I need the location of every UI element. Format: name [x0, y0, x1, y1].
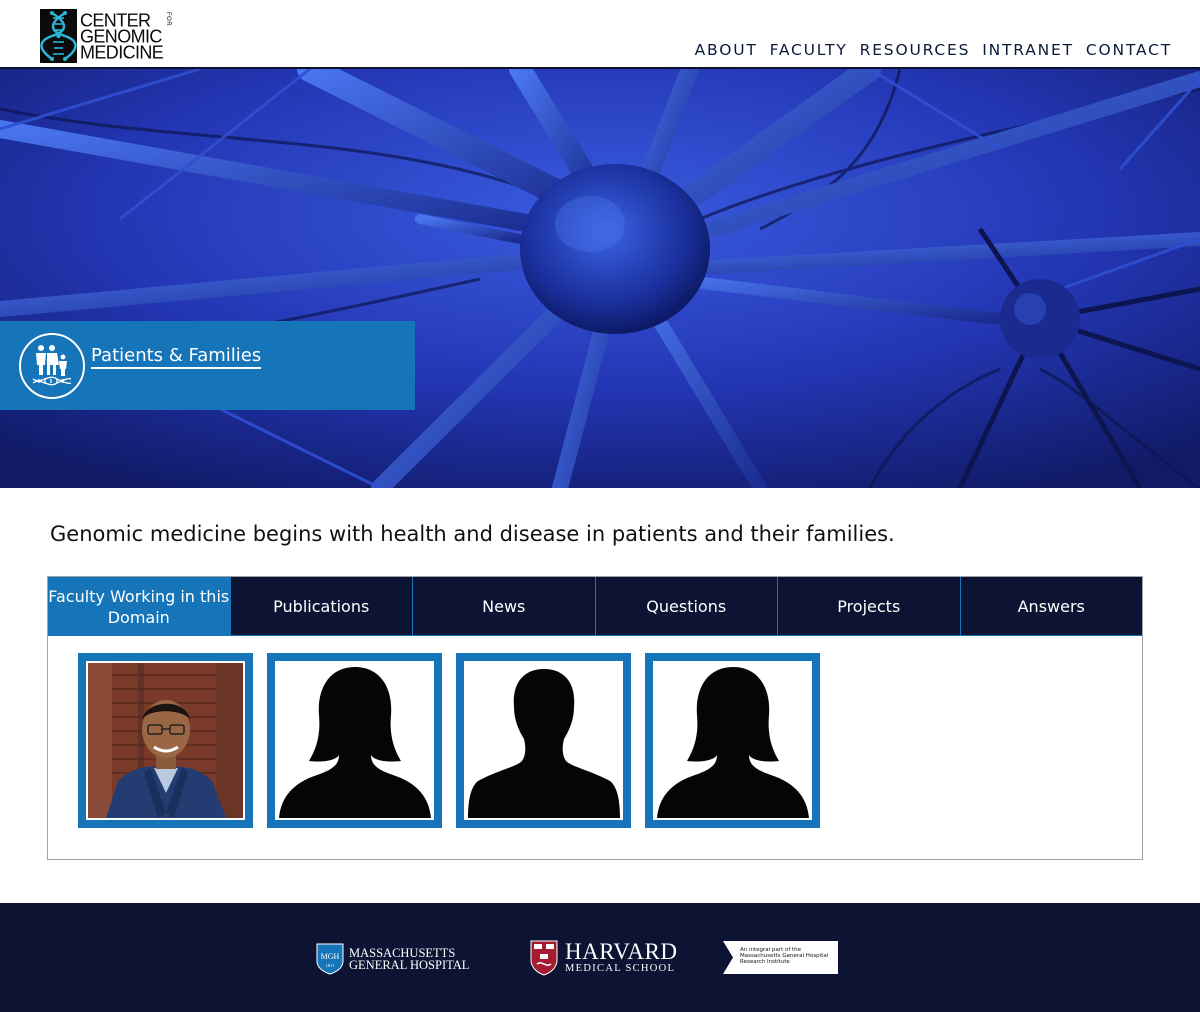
hero-banner: Patients & Families	[0, 69, 1200, 488]
site-logo[interactable]: CENTER GENOMIC MEDICINE	[40, 9, 180, 63]
mgri-badge[interactable]: An integral part of the Massachusetts Ge…	[723, 941, 838, 974]
mgri-chevron-icon	[723, 941, 733, 974]
faculty-card[interactable]	[267, 653, 442, 828]
female-silhouette-icon	[655, 663, 810, 818]
female-silhouette-icon	[277, 663, 432, 818]
dna-logo-icon	[40, 9, 77, 63]
domain-tabs-panel: Faculty Working in this Domain Publicati…	[47, 576, 1143, 860]
tab-answers[interactable]: Answers	[960, 577, 1142, 636]
mgh-logo[interactable]: MGH 1811 MASSACHUSETTS GENERAL HOSPITAL	[316, 943, 469, 975]
mgh-shield-icon: MGH 1811	[316, 943, 344, 975]
tab-projects[interactable]: Projects	[778, 577, 961, 636]
tab-faculty[interactable]: Faculty Working in this Domain	[48, 577, 231, 636]
site-header: CENTER GENOMIC MEDICINE FOR ABOUT FACULT…	[0, 0, 1200, 69]
faculty-card[interactable]	[456, 653, 631, 828]
male-silhouette-icon	[466, 663, 621, 818]
site-footer: MGH 1811 MASSACHUSETTS GENERAL HOSPITAL …	[0, 903, 1200, 1012]
tab-questions[interactable]: Questions	[595, 577, 778, 636]
domain-title: Patients & Families	[91, 345, 262, 369]
tab-bar: Faculty Working in this Domain Publicati…	[48, 577, 1142, 636]
harvard-shield-icon	[530, 940, 558, 976]
mgh-wordmark: MASSACHUSETTS GENERAL HOSPITAL	[349, 947, 470, 972]
nav-contact[interactable]: CONTACT	[1086, 41, 1172, 59]
mgh-line-2: GENERAL HOSPITAL	[349, 958, 470, 972]
mgh-seal-text: MGH	[321, 952, 340, 961]
faculty-photo	[88, 663, 243, 818]
hms-wordmark: HARVARD MEDICAL SCHOOL	[565, 939, 678, 975]
domain-banner: Patients & Families	[0, 321, 415, 410]
hms-logo[interactable]: HARVARD MEDICAL SCHOOL	[530, 940, 677, 976]
hms-line-1: HARVARD	[565, 939, 678, 964]
tab-publications[interactable]: Publications	[230, 577, 413, 636]
nav-faculty[interactable]: FACULTY	[770, 41, 848, 59]
main-nav: ABOUT FACULTY RESOURCES INTRANET CONTACT	[695, 41, 1172, 59]
nav-resources[interactable]: RESOURCES	[860, 41, 971, 59]
intro-text: Genomic medicine begins with health and …	[50, 522, 895, 546]
mgri-text: An integral part of the Massachusetts Ge…	[740, 947, 829, 965]
faculty-card[interactable]	[645, 653, 820, 828]
nav-intranet[interactable]: INTRANET	[982, 41, 1074, 59]
mgh-seal-year: 1811	[326, 963, 335, 968]
faculty-list	[78, 653, 820, 828]
neuron-hero-image	[0, 69, 1200, 488]
nav-about[interactable]: ABOUT	[695, 41, 758, 59]
logo-for-label: FOR	[165, 12, 171, 27]
family-dna-icon	[19, 332, 85, 399]
logo-wordmark: CENTER GENOMIC MEDICINE	[80, 11, 164, 63]
tab-news[interactable]: News	[413, 577, 596, 636]
hms-line-2: MEDICAL SCHOOL	[565, 963, 676, 974]
faculty-card[interactable]	[78, 653, 253, 828]
logo-line-3: MEDICINE	[80, 41, 164, 63]
